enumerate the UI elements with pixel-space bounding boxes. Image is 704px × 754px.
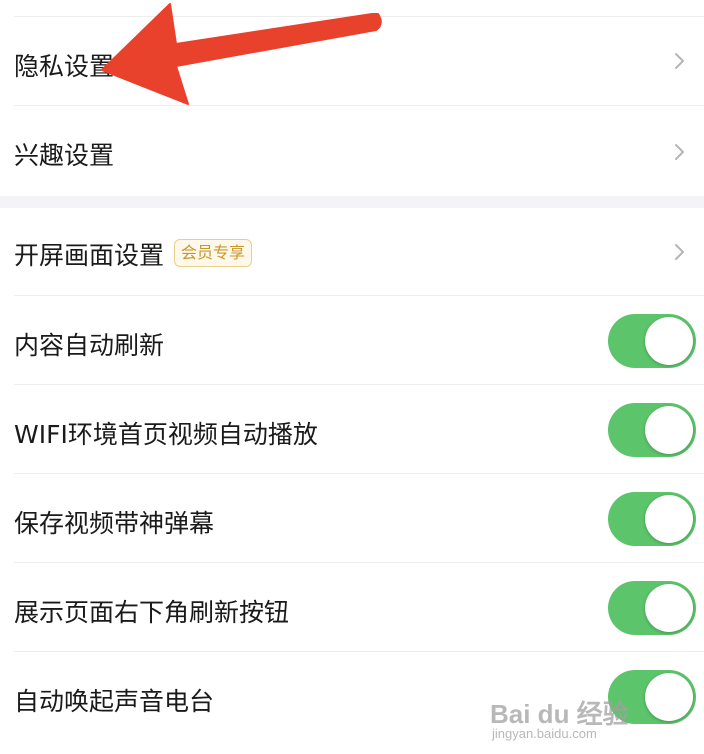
chevron-right-icon bbox=[675, 53, 684, 69]
settings-row-wifi-autoplay: WIFI环境首页视频自动播放 bbox=[0, 385, 704, 474]
section-gap bbox=[0, 196, 704, 208]
toggle-knob bbox=[645, 495, 693, 543]
toggle-knob bbox=[645, 317, 693, 365]
settings-row-label: 展示页面右下角刷新按钮 bbox=[14, 598, 290, 627]
save-video-danmaku-toggle[interactable] bbox=[608, 492, 696, 546]
settings-row-label: 内容自动刷新 bbox=[14, 331, 165, 360]
settings-row-label: 开屏画面设置 bbox=[14, 241, 165, 270]
settings-page: 隐私设置 兴趣设置 开屏画面设置 会员专享 内容自动刷新 WIFI环境首页视频自… bbox=[0, 0, 704, 754]
settings-row-auto-refresh: 内容自动刷新 bbox=[0, 296, 704, 385]
settings-row-privacy[interactable]: 隐私设置 bbox=[0, 17, 704, 106]
vip-exclusive-badge: 会员专享 bbox=[174, 239, 253, 267]
auto-refresh-toggle[interactable] bbox=[608, 314, 696, 368]
settings-row-label: 保存视频带神弹幕 bbox=[14, 509, 215, 538]
baidu-jingyan-watermark: Bai du 经验 jingyan.baidu.com bbox=[490, 694, 660, 746]
settings-row-interests[interactable]: 兴趣设置 bbox=[0, 106, 704, 196]
settings-row-splash-screen[interactable]: 开屏画面设置 会员专享 bbox=[0, 208, 704, 296]
chevron-right-icon bbox=[675, 144, 684, 160]
settings-row-refresh-button: 展示页面右下角刷新按钮 bbox=[0, 563, 704, 652]
toggle-knob bbox=[645, 584, 693, 632]
watermark-url: jingyan.baidu.com bbox=[492, 726, 597, 741]
settings-row-label: 隐私设置 bbox=[14, 52, 115, 81]
chevron-right-icon bbox=[675, 244, 684, 260]
settings-row-label: 自动唤起声音电台 bbox=[14, 687, 215, 716]
settings-row-save-video-danmaku: 保存视频带神弹幕 bbox=[0, 474, 704, 563]
settings-row-label: 兴趣设置 bbox=[14, 141, 115, 170]
toggle-knob bbox=[645, 406, 693, 454]
show-refresh-button-toggle[interactable] bbox=[608, 581, 696, 635]
settings-row-label: WIFI环境首页视频自动播放 bbox=[14, 420, 318, 449]
wifi-autoplay-toggle[interactable] bbox=[608, 403, 696, 457]
